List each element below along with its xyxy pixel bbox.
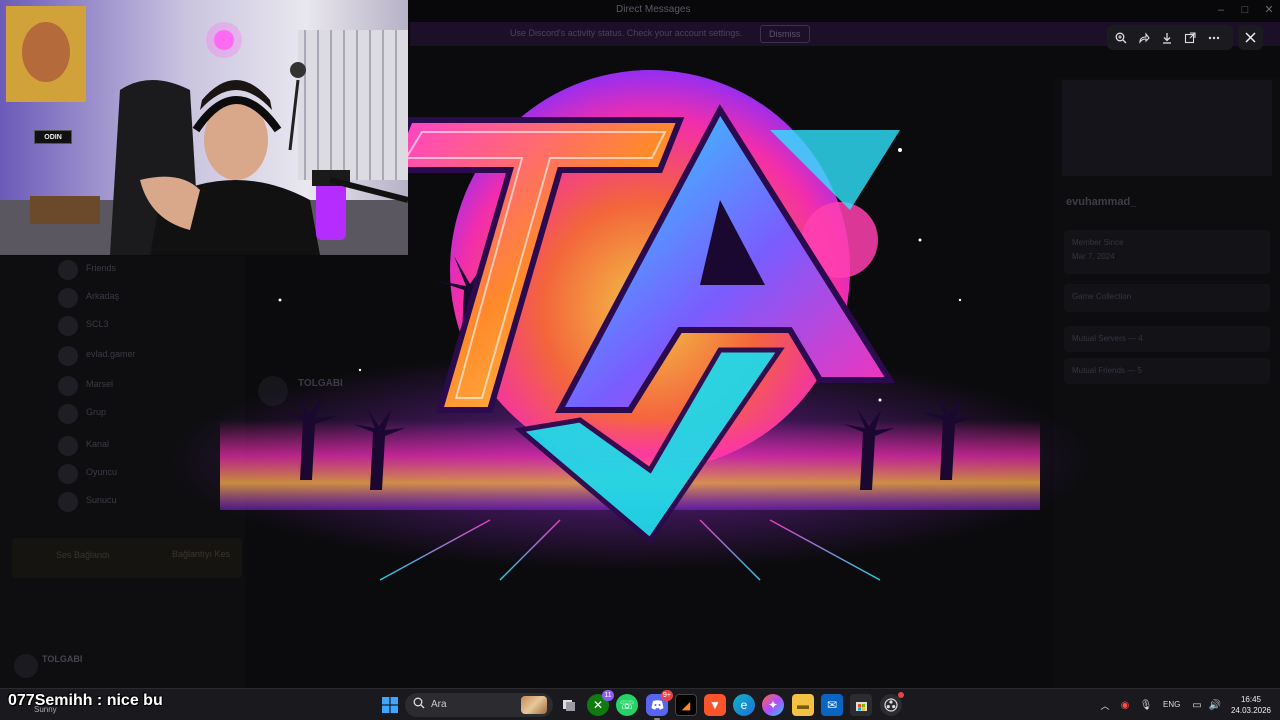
terminal-icon[interactable]: ◢: [675, 694, 697, 716]
language-indicator[interactable]: ENG: [1163, 700, 1180, 709]
chat-separator: :: [92, 692, 107, 709]
avatar: [58, 492, 78, 512]
microphone-icon[interactable]: 🎙: [1135, 694, 1157, 716]
dm-name: Oyuncu: [86, 467, 118, 477]
dm-name: SCL3: [86, 319, 109, 329]
clock-date: 24.03.2026: [1230, 706, 1272, 715]
webcam-overlay: ODIN: [0, 0, 408, 255]
xbox-badge: 11: [602, 690, 614, 701]
mail-icon[interactable]: ✉: [821, 694, 843, 716]
discord-badge: 9+: [661, 690, 673, 701]
close-icon: [1245, 32, 1256, 43]
avatar: [58, 260, 78, 280]
file-explorer-icon[interactable]: ▬: [792, 694, 814, 716]
download-icon[interactable]: [1157, 28, 1177, 48]
avatar: [58, 404, 78, 424]
tray-app-icon[interactable]: ◉: [1114, 694, 1136, 716]
obs-recording-dot: [898, 692, 904, 698]
clock[interactable]: 16:45 24.03.2026: [1226, 694, 1276, 716]
window-title: Direct Messages: [616, 4, 691, 15]
dm-name: evlad.gamer: [86, 349, 136, 359]
banner-text: Use Discord's activity status. Check you…: [510, 28, 743, 38]
edge-icon[interactable]: e: [733, 694, 755, 716]
dm-name: Marsel: [86, 379, 114, 389]
chat-text: nice bu: [106, 692, 163, 709]
chat-username: 077Semihh: [8, 692, 93, 709]
avatar: [58, 436, 78, 456]
brave-icon[interactable]: ▼: [704, 694, 726, 716]
dm-name: Friends: [86, 263, 117, 273]
volume-icon[interactable]: 🔊: [1204, 694, 1226, 716]
image-viewer-toolbar: [1107, 25, 1233, 50]
discord-icon[interactable]: 9+: [646, 690, 673, 720]
taskbar-search[interactable]: Ara: [405, 693, 553, 717]
avatar: [58, 346, 78, 366]
avatar: [58, 376, 78, 396]
search-highlight-image: [521, 696, 547, 714]
avatar[interactable]: [14, 654, 38, 678]
taskbar: Sunny Ara ✕ 11 ☏ 9+ ◢ ▼ e ✦ ▬ ✉ ︿ ◉ 🎙 ENG…: [0, 688, 1280, 720]
avatar: [58, 464, 78, 484]
clock-time: 16:45: [1240, 695, 1262, 704]
zoom-in-icon[interactable]: [1111, 28, 1131, 48]
search-placeholder: Ara: [431, 699, 447, 710]
minimize-icon[interactable]: –: [1214, 3, 1228, 17]
odin-sign: ODIN: [34, 130, 72, 144]
user-panel: TOLGABI: [8, 650, 243, 686]
webcam-feed: [0, 0, 408, 255]
dm-name: Grup: [86, 407, 107, 417]
forward-icon[interactable]: [1134, 28, 1154, 48]
search-icon: [413, 697, 425, 709]
dm-name: Kanal: [86, 439, 110, 449]
stream-chat-message: 077Semihh : nice bu: [8, 692, 163, 716]
whatsapp-icon[interactable]: ☏: [616, 694, 638, 716]
windows-start-icon[interactable]: [379, 694, 401, 716]
dm-name: Sunucu: [86, 495, 117, 505]
more-icon[interactable]: [1204, 28, 1224, 48]
xbox-icon[interactable]: ✕ 11: [587, 690, 614, 716]
user-name: TOLGABI: [42, 654, 83, 664]
avatar: [58, 316, 78, 336]
obs-icon[interactable]: [880, 692, 904, 716]
close-viewer-button[interactable]: [1238, 25, 1263, 50]
avatar: [58, 288, 78, 308]
voice-status: Ses Bağlandı: [56, 550, 110, 560]
window-close-icon[interactable]: ✕: [1262, 3, 1276, 17]
maximize-icon[interactable]: □: [1238, 3, 1252, 17]
task-view-icon[interactable]: [558, 694, 580, 716]
chevron-up-icon[interactable]: ︿: [1094, 694, 1116, 716]
open-external-icon[interactable]: [1180, 28, 1200, 48]
store-icon[interactable]: [850, 694, 872, 716]
dm-name: Arkadaş: [86, 291, 120, 301]
copilot-icon[interactable]: ✦: [762, 694, 784, 716]
